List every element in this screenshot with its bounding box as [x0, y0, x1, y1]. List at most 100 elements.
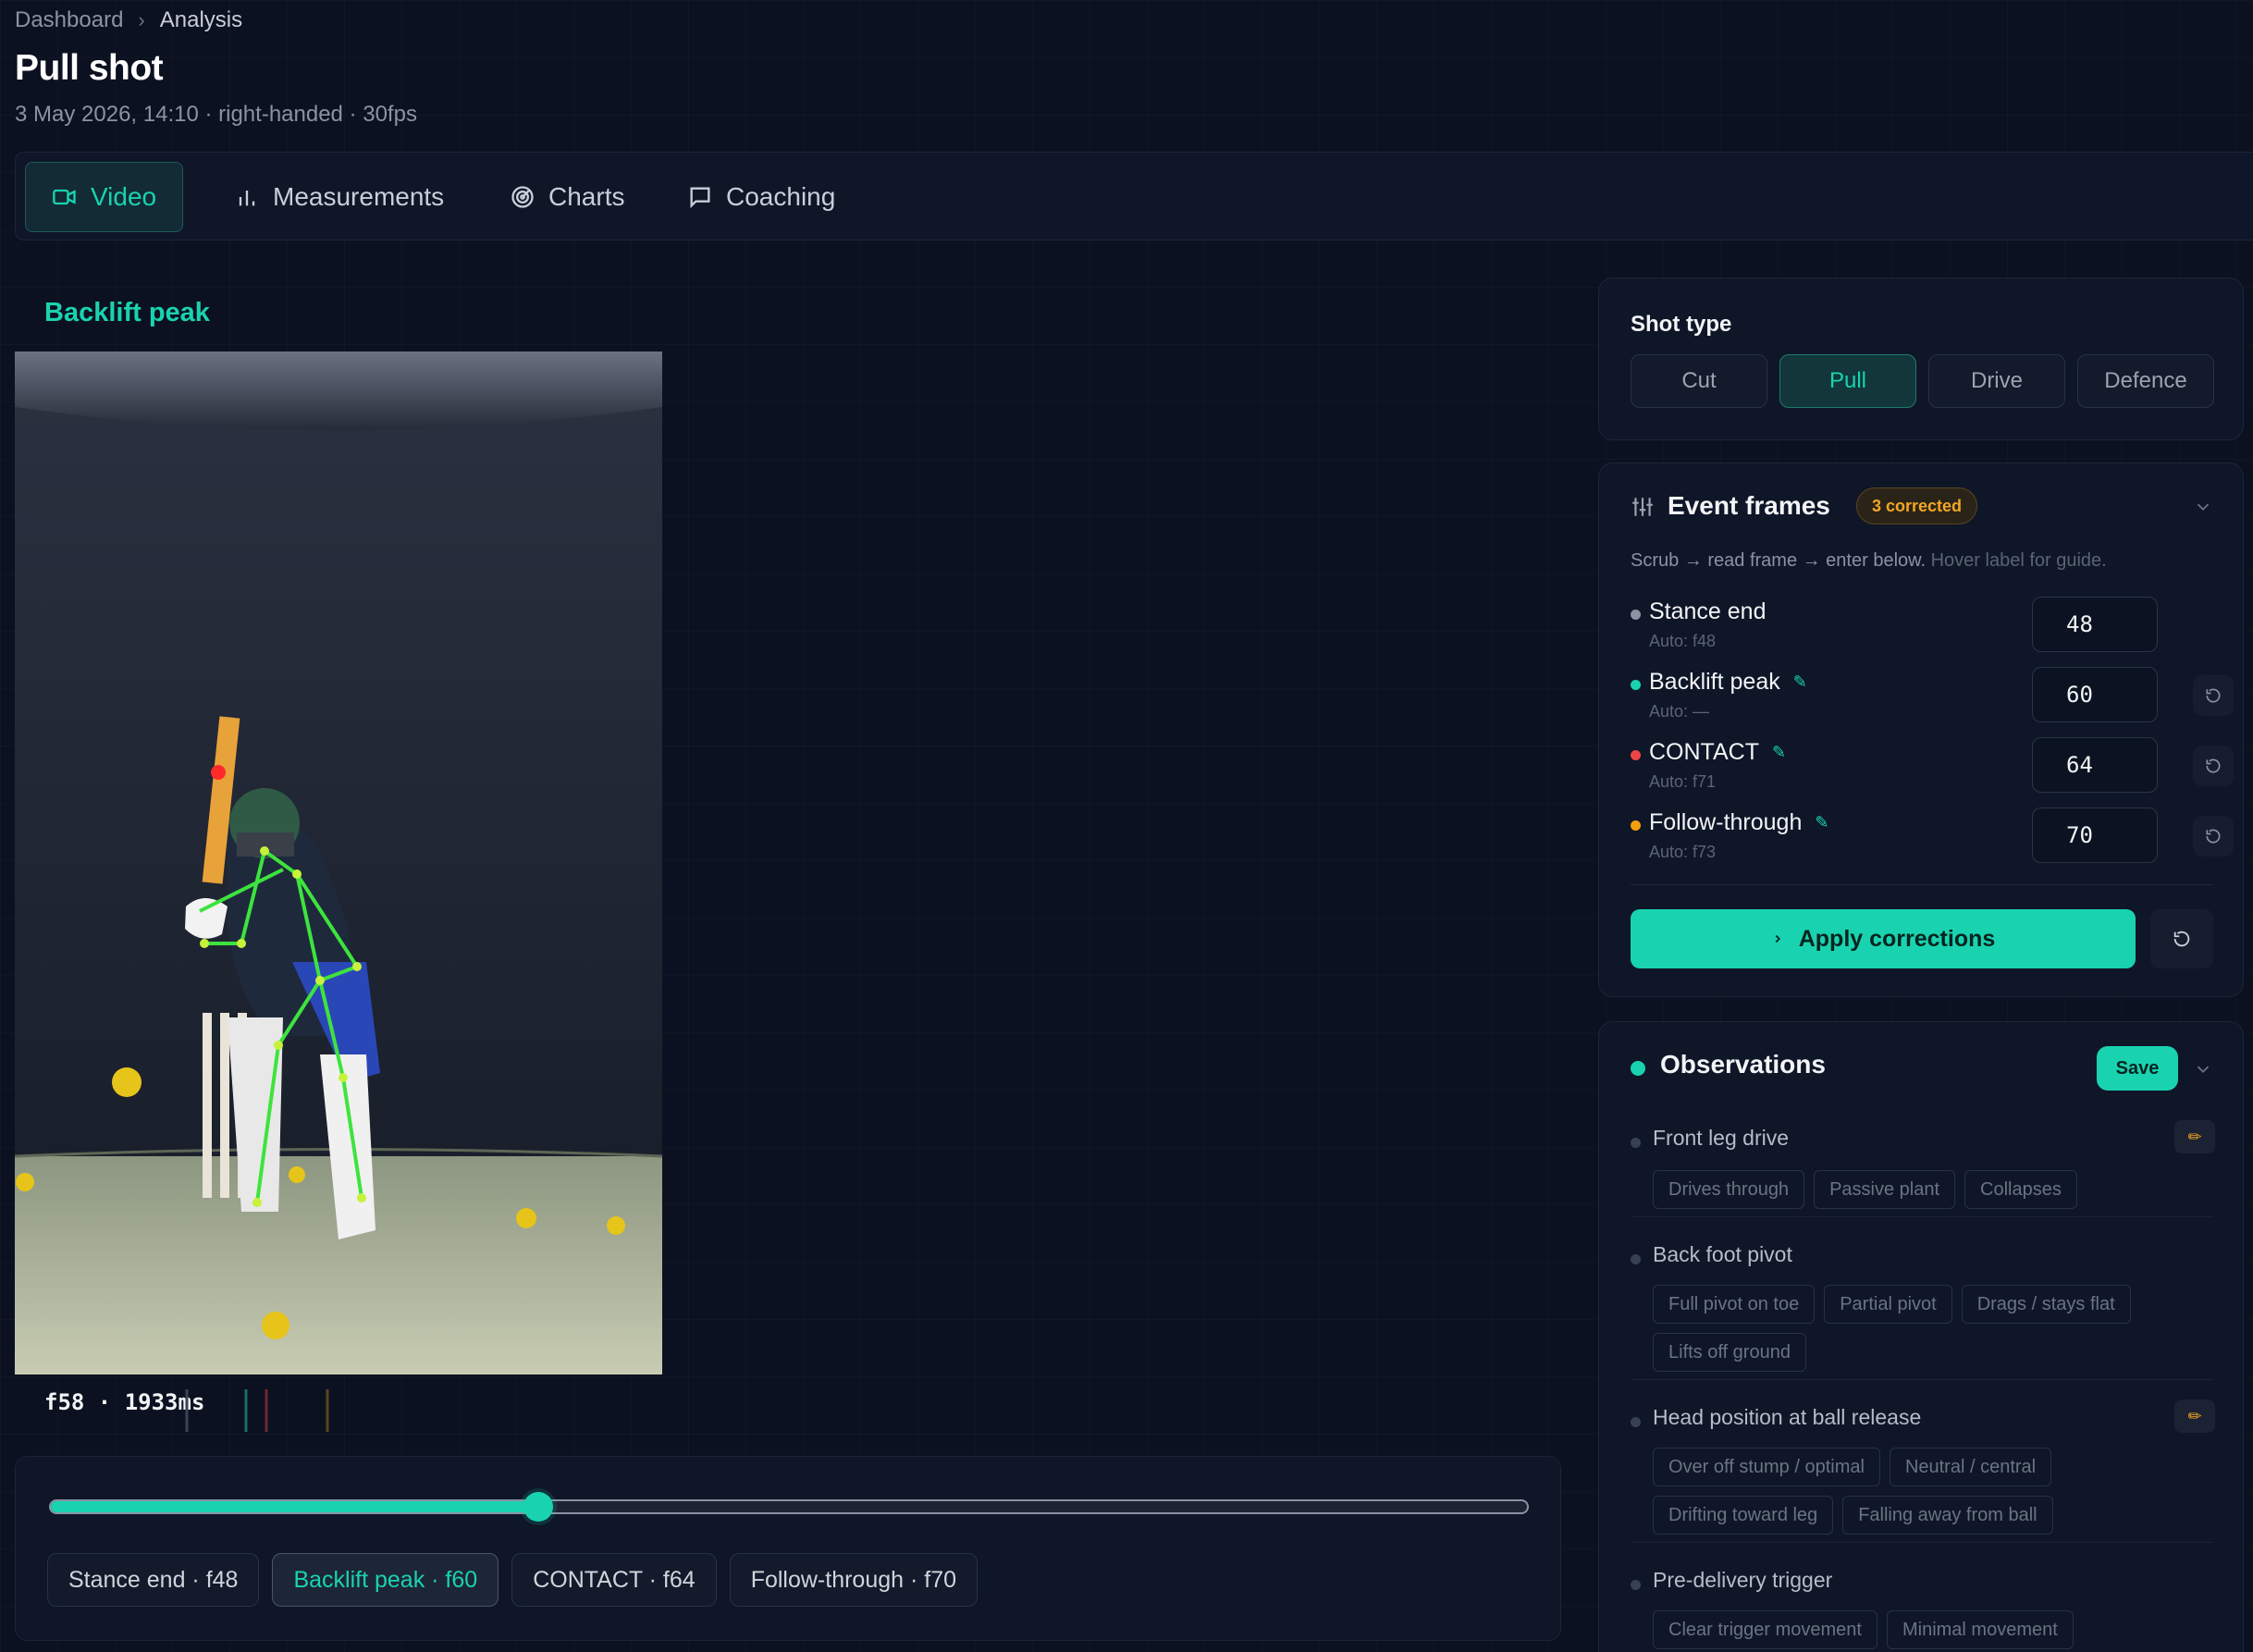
shot-type-title: Shot type — [1631, 312, 1732, 337]
shot-type-drive[interactable]: Drive — [1928, 354, 2065, 408]
event-label-text: Stance end — [1649, 598, 1767, 624]
tab-measurements[interactable]: Measurements — [208, 162, 470, 232]
video-camera-icon — [53, 189, 76, 205]
status-dot — [1631, 680, 1641, 690]
status-dot — [1631, 1580, 1641, 1590]
event-label: Stance end — [1649, 598, 1767, 625]
option-chip[interactable]: Full pivot on toe — [1653, 1285, 1816, 1324]
reset-icon — [2206, 758, 2221, 773]
option-chip[interactable]: Falling away from ball — [1842, 1496, 2053, 1535]
divider — [1631, 1379, 2213, 1380]
sliders-icon — [1632, 498, 1653, 516]
breadcrumb-separator: › — [138, 8, 145, 31]
option-chip[interactable]: Drives through — [1653, 1170, 1805, 1209]
divider — [1631, 884, 2213, 885]
option-chip[interactable]: Minimal movement — [1886, 1610, 2074, 1649]
breadcrumb: Dashboard › Analysis — [15, 7, 242, 33]
frame-input-follow-through[interactable] — [2032, 808, 2158, 863]
option-chip[interactable]: Passive plant — [1814, 1170, 1956, 1209]
frame-input-backlift-peak[interactable] — [2032, 667, 2158, 722]
page-subtitle: 3 May 2026, 14:10 · right-handed · 30fps — [15, 102, 417, 127]
shot-type-cut[interactable]: Cut — [1631, 354, 1767, 408]
shot-type-pull[interactable]: Pull — [1779, 354, 1916, 408]
event-label-text: Backlift peak — [1649, 669, 1780, 695]
frame-scrubber[interactable] — [49, 1492, 1529, 1522]
reset-all-button[interactable] — [2150, 909, 2213, 968]
event-tick-marks — [185, 1389, 329, 1432]
option-group: Over off stump / optimal Neutral / centr… — [1653, 1448, 2208, 1535]
status-dot — [1631, 1138, 1641, 1148]
reset-icon — [2173, 931, 2190, 947]
event-chip-contact[interactable]: CONTACT · f64 — [511, 1553, 717, 1607]
event-frames-hint: Scrub → read frame → enter below. Hover … — [1631, 550, 2107, 572]
observation-label: Pre-delivery trigger — [1653, 1568, 1833, 1592]
tab-label: Coaching — [726, 182, 836, 211]
event-chip-follow-through[interactable]: Follow-through · f70 — [729, 1553, 979, 1607]
event-chip-stance-end[interactable]: Stance end · f48 — [47, 1553, 260, 1607]
event-auto-value: Auto: f71 — [1649, 772, 1717, 791]
divider — [1631, 1542, 2213, 1543]
scrubber-panel: Stance end · f48 Backlift peak · f60 CON… — [15, 1456, 1561, 1641]
option-chip[interactable]: Drags / stays flat — [1961, 1285, 2131, 1324]
divider — [1631, 1216, 2213, 1217]
video-event-label: Backlift peak — [44, 298, 210, 327]
corrected-badge: 3 corrected — [1856, 487, 1978, 524]
status-dot — [1631, 1417, 1641, 1427]
scrubber-handle[interactable] — [523, 1492, 553, 1522]
edit-pencil-icon[interactable]: ✏ — [2174, 1399, 2215, 1433]
reset-icon — [2206, 829, 2221, 844]
video-player[interactable] — [15, 351, 662, 1375]
chevron-down-icon[interactable] — [2193, 497, 2213, 517]
tab-coaching[interactable]: Coaching — [661, 162, 861, 232]
chat-bubble-icon — [690, 187, 710, 209]
page-title: Pull shot — [15, 48, 164, 88]
option-chip[interactable]: Lifts off ground — [1653, 1333, 1806, 1372]
status-dot — [1631, 820, 1641, 831]
tab-label: Video — [91, 182, 157, 211]
hint-text: Scrub → read frame → enter below. — [1631, 550, 1927, 571]
event-label: CONTACT ✎ — [1649, 739, 1786, 766]
reset-icon — [2206, 688, 2221, 703]
reset-backlift-peak-button[interactable] — [2193, 675, 2234, 716]
tab-video[interactable]: Video — [25, 162, 184, 232]
option-chip[interactable]: Over off stump / optimal — [1653, 1448, 1880, 1486]
breadcrumb-current: Analysis — [159, 7, 243, 32]
tab-bar: Video Measurements Charts Coaching — [15, 152, 2253, 240]
pencil-icon: ✎ — [1792, 672, 1807, 691]
shot-type-defence[interactable]: Defence — [2077, 354, 2214, 408]
observation-label: Head position at ball release — [1653, 1405, 1922, 1429]
event-chip-backlift-peak[interactable]: Backlift peak · f60 — [272, 1553, 499, 1607]
option-chip[interactable]: Collapses — [1964, 1170, 2077, 1209]
status-dot — [1631, 1254, 1641, 1264]
save-button[interactable]: Save — [2097, 1046, 2178, 1091]
event-label-text: CONTACT — [1649, 739, 1759, 765]
chevron-down-icon[interactable] — [2193, 1059, 2213, 1079]
event-chip-row: Stance end · f48 Backlift peak · f60 CON… — [47, 1553, 979, 1607]
option-chip[interactable]: Neutral / central — [1889, 1448, 2052, 1486]
event-label: Backlift peak ✎ — [1649, 669, 1807, 696]
observation-label: Back foot pivot — [1653, 1242, 1792, 1266]
observations-card: Observations Save Front leg drive ✏ Driv… — [1598, 1021, 2244, 1652]
event-row-follow-through: Follow-through ✎ Auto: f73 — [1631, 808, 2234, 878]
edit-pencil-icon[interactable]: ✏ — [2174, 1120, 2215, 1153]
event-frames-title: Event frames — [1668, 491, 1830, 520]
apply-corrections-button[interactable]: Apply corrections — [1631, 909, 2136, 968]
bar-chart-icon — [239, 191, 255, 206]
reset-contact-button[interactable] — [2193, 746, 2234, 786]
breadcrumb-dashboard-link[interactable]: Dashboard — [15, 7, 123, 33]
observation-label: Front leg drive — [1653, 1126, 1790, 1150]
event-label: Follow-through ✎ — [1649, 809, 1828, 836]
option-chip[interactable]: Drifting toward leg — [1653, 1496, 1834, 1535]
chevron-right-icon — [1775, 934, 1780, 943]
frame-input-contact[interactable] — [2032, 737, 2158, 793]
option-chip[interactable]: Partial pivot — [1824, 1285, 1952, 1324]
event-auto-value: Auto: — — [1649, 702, 1710, 721]
tab-charts[interactable]: Charts — [484, 162, 650, 232]
status-dot — [1631, 1061, 1645, 1076]
option-chip[interactable]: Clear trigger movement — [1653, 1610, 1878, 1649]
event-row-contact: CONTACT ✎ Auto: f71 — [1631, 737, 2234, 808]
pencil-icon: ✎ — [1815, 813, 1829, 832]
option-group: Clear trigger movement Minimal movement — [1653, 1610, 2208, 1649]
frame-input-stance-end[interactable] — [2032, 597, 2158, 652]
reset-follow-through-button[interactable] — [2193, 816, 2234, 857]
